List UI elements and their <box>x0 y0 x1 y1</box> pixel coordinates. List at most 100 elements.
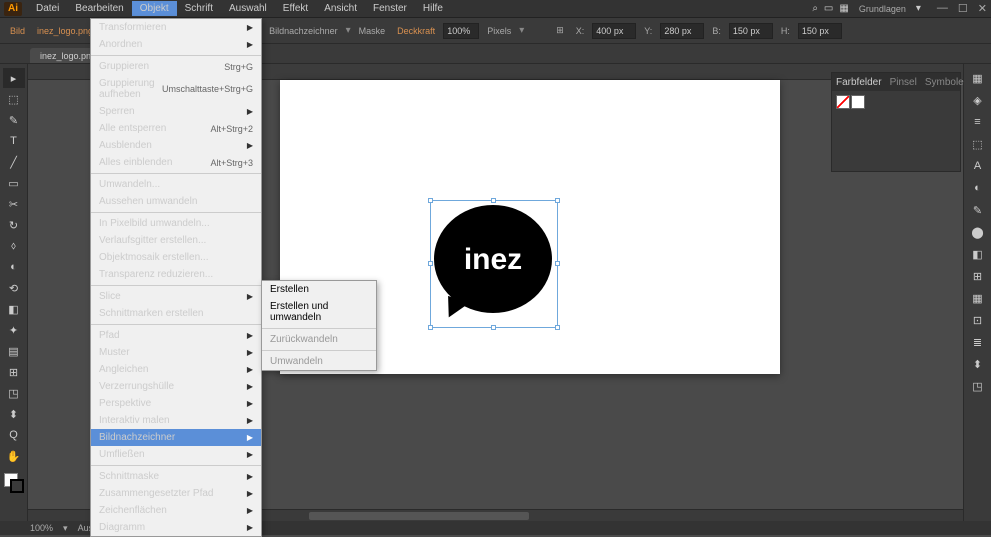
menu-item[interactable]: Zeichenflächen▶ <box>91 502 261 519</box>
resize-handle[interactable] <box>491 325 496 330</box>
linked-file[interactable]: inez_logo.png <box>33 26 97 36</box>
close-button[interactable]: ✕ <box>978 2 987 15</box>
arrange-icon[interactable]: ▦ <box>839 3 848 14</box>
menu-item[interactable]: Schnittmarken erstellen <box>91 305 261 322</box>
menu-item[interactable]: In Pixelbild umwandeln... <box>91 215 261 232</box>
menu-item[interactable]: Objektmosaik erstellen... <box>91 249 261 266</box>
menu-item[interactable]: Sperren▶ <box>91 103 261 120</box>
menu-item[interactable]: Perspektive▶ <box>91 395 261 412</box>
menu-item[interactable]: Pfad▶ <box>91 327 261 344</box>
menu-schrift[interactable]: Schrift <box>177 1 221 16</box>
tool-button[interactable]: ✋ <box>3 446 25 466</box>
panel-icon[interactable]: ◐ <box>967 178 989 198</box>
tool-button[interactable]: ✦ <box>3 320 25 340</box>
panel-icon[interactable]: ◧ <box>967 244 989 264</box>
resize-handle[interactable] <box>555 261 560 266</box>
menu-item[interactable]: Muster▶ <box>91 344 261 361</box>
panel-icon[interactable]: ▦ <box>967 68 989 88</box>
tool-button[interactable]: ⊞ <box>3 362 25 382</box>
menu-item[interactable]: Umfließen▶ <box>91 446 261 463</box>
menu-item[interactable]: Anordnen▶ <box>91 36 261 53</box>
tool-button[interactable]: ◧ <box>3 299 25 319</box>
menu-fenster[interactable]: Fenster <box>365 1 415 16</box>
image-trace-dropdown[interactable]: Bildnachzeichner <box>265 26 342 36</box>
layout-icon[interactable]: ▭ <box>824 3 833 14</box>
swatch-none[interactable] <box>836 95 850 109</box>
resize-handle[interactable] <box>428 325 433 330</box>
menu-item[interactable]: Verlaufsgitter erstellen... <box>91 232 261 249</box>
panel-icon[interactable]: ≡ <box>967 112 989 132</box>
zoom-level[interactable]: 100% <box>30 523 53 533</box>
opacity-input[interactable] <box>443 23 479 39</box>
tool-button[interactable]: ⟲ <box>3 278 25 298</box>
submenu-item[interactable]: Erstellen und umwandeln <box>262 298 376 326</box>
panel-icon[interactable]: ⊡ <box>967 310 989 330</box>
panel-icon[interactable]: ⬤ <box>967 222 989 242</box>
y-input[interactable] <box>660 23 704 39</box>
panel-icon[interactable]: ▦ <box>967 288 989 308</box>
menu-item[interactable]: Slice▶ <box>91 288 261 305</box>
menu-ansicht[interactable]: Ansicht <box>316 1 365 16</box>
panel-tab-symbols[interactable]: Symbole <box>925 77 964 88</box>
scrollbar-thumb[interactable] <box>309 512 529 520</box>
tool-button[interactable]: ▤ <box>3 341 25 361</box>
panel-icon[interactable]: ✎ <box>967 200 989 220</box>
menu-item[interactable]: Interaktiv malen▶ <box>91 412 261 429</box>
menu-datei[interactable]: Datei <box>28 1 67 16</box>
workspace-switcher[interactable]: Grundlagen <box>855 4 910 14</box>
tool-button[interactable]: ⬍ <box>3 404 25 424</box>
panel-icon[interactable]: ≣ <box>967 332 989 352</box>
menu-item[interactable]: Bildnachzeichner▶ <box>91 429 261 446</box>
resize-handle[interactable] <box>555 325 560 330</box>
tool-button[interactable]: ✂ <box>3 194 25 214</box>
x-input[interactable] <box>592 23 636 39</box>
resize-handle[interactable] <box>491 198 496 203</box>
menu-item[interactable]: Verzerrungshülle▶ <box>91 378 261 395</box>
h-input[interactable] <box>798 23 842 39</box>
swatch[interactable] <box>851 95 865 109</box>
tool-button[interactable]: ◳ <box>3 383 25 403</box>
menu-hilfe[interactable]: Hilfe <box>415 1 451 16</box>
menu-item[interactable]: Diagramm▶ <box>91 519 261 536</box>
tool-button[interactable]: ◐ <box>3 257 25 277</box>
panel-icon[interactable]: ⬍ <box>967 354 989 374</box>
menu-bearbeiten[interactable]: Bearbeiten <box>67 1 131 16</box>
panel-tab-swatches[interactable]: Farbfelder <box>836 77 882 88</box>
menu-objekt[interactable]: Objekt <box>132 1 177 16</box>
menu-item[interactable]: Transformieren▶ <box>91 19 261 36</box>
menu-item[interactable]: Transparenz reduzieren... <box>91 266 261 283</box>
tool-button[interactable]: Q <box>3 425 25 445</box>
tool-button[interactable]: ⬨ <box>3 236 25 256</box>
tool-button[interactable]: ▭ <box>3 173 25 193</box>
tool-button[interactable]: ╱ <box>3 152 25 172</box>
ppi-dropdown[interactable]: Pixels <box>483 26 515 36</box>
tool-button[interactable]: ↻ <box>3 215 25 235</box>
panel-icon[interactable]: A <box>967 156 989 176</box>
resize-handle[interactable] <box>428 198 433 203</box>
swatches-panel[interactable]: Farbfelder Pinsel Symbole <box>831 72 961 172</box>
panel-icon[interactable]: ◳ <box>967 376 989 396</box>
tool-button[interactable]: T <box>3 131 25 151</box>
menu-item[interactable]: Schnittmaske▶ <box>91 468 261 485</box>
maximize-button[interactable]: ☐ <box>958 2 968 15</box>
mask-button[interactable]: Maske <box>355 26 390 36</box>
menu-item[interactable]: Angleichen▶ <box>91 361 261 378</box>
tool-button[interactable]: ✎ <box>3 110 25 130</box>
resize-handle[interactable] <box>428 261 433 266</box>
panel-icon[interactable]: ⊞ <box>967 266 989 286</box>
panel-icon[interactable]: ◈ <box>967 90 989 110</box>
fill-stroke[interactable] <box>4 473 24 493</box>
resize-handle[interactable] <box>555 198 560 203</box>
panel-tab-brushes[interactable]: Pinsel <box>890 77 917 88</box>
tool-button[interactable]: ▸ <box>3 68 25 88</box>
menu-auswahl[interactable]: Auswahl <box>221 1 275 16</box>
submenu-item[interactable]: Erstellen <box>262 281 376 298</box>
menu-item[interactable]: Ausblenden▶ <box>91 137 261 154</box>
minimize-button[interactable]: — <box>937 2 948 15</box>
panel-icon[interactable]: ⬚ <box>967 134 989 154</box>
tool-button[interactable]: ⬚ <box>3 89 25 109</box>
w-input[interactable] <box>729 23 773 39</box>
menu-item[interactable]: GruppierenStrg+G <box>91 58 261 75</box>
search-icon[interactable]: ⌕ <box>812 3 818 14</box>
menu-effekt[interactable]: Effekt <box>275 1 316 16</box>
